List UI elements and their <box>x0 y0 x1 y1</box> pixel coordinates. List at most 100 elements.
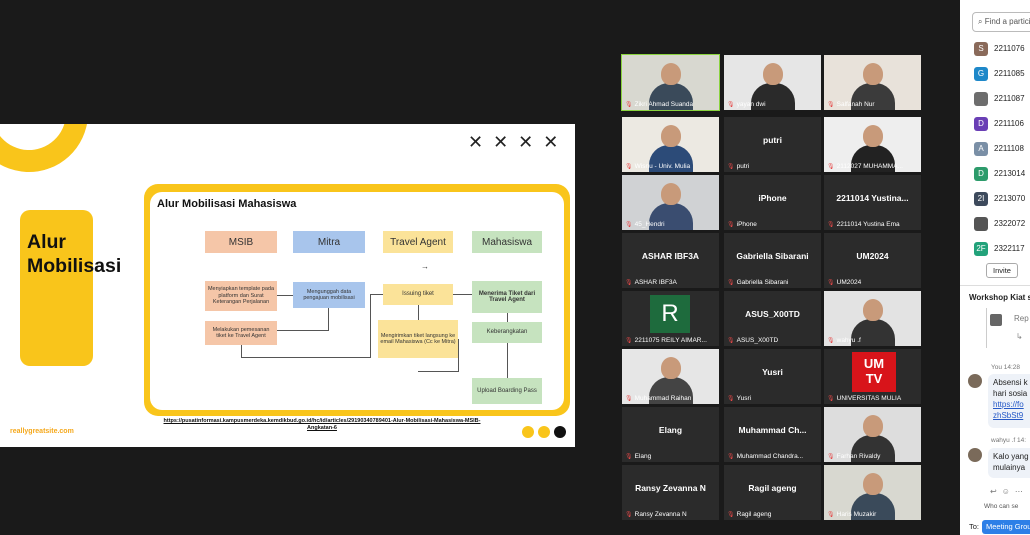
recipient-dropdown[interactable]: Meeting Grou <box>982 520 1030 534</box>
message-meta: wahyu .f 14: <box>991 437 1027 444</box>
source-link[interactable]: https://pusatinformasi.kampusmerdeka.kem… <box>163 418 481 432</box>
flow-step-issuing: Issuing tiket <box>383 284 453 305</box>
video-tile[interactable]: ASUS_X00TD 🎙 ASUS_X00TD <box>724 291 821 346</box>
tile-footer: 🎙 Salfanah Nur <box>827 101 919 108</box>
avatar: R <box>650 295 690 333</box>
col-header-mitra: Mitra <box>293 231 365 253</box>
message-text: hari sosia <box>993 389 1028 398</box>
tile-center-name: Gabriella Sibarani <box>736 251 809 261</box>
participant-item[interactable]: G 2211085 <box>974 61 1025 86</box>
flow-title: Alur Mobilisasi Mahasiswa <box>157 198 297 210</box>
mic-muted-icon: 🎙 <box>727 338 735 344</box>
mic-muted-icon: 🎙 <box>625 512 633 518</box>
video-tile[interactable]: 🎙 Zikri Ahmad Suanda <box>621 54 720 111</box>
reply-icon[interactable]: ↳ <box>1016 332 1023 341</box>
participant-item[interactable]: 2322072 <box>974 211 1025 236</box>
participant-item[interactable]: D 2213014 <box>974 161 1025 186</box>
video-tile[interactable]: Gabriella Sibarani 🎙 Gabriella Sibarani <box>724 233 821 288</box>
tile-footer: 🎙 ASHAR IBF3A <box>625 279 717 286</box>
participant-face <box>762 63 783 85</box>
mic-muted-icon: 🎙 <box>827 454 835 460</box>
reply-icon[interactable]: ↩ <box>990 487 1002 496</box>
video-tile[interactable]: 🎙 Salfanah Nur <box>824 55 921 110</box>
participant-face <box>660 63 681 85</box>
video-tile[interactable]: 🎙 Haris Muzakir <box>824 465 921 520</box>
video-tile[interactable]: 🎙 Muhammad Raihan <box>622 349 719 404</box>
tile-footer: 🎙 wahyu .f <box>827 337 919 344</box>
tile-footer: 🎙 Elang <box>625 453 717 460</box>
connector-line <box>507 313 508 322</box>
tile-footer: 🎙 2211075 REILY AIMAR... <box>625 337 717 344</box>
video-tile[interactable]: 🎙 wahyu .f <box>824 291 921 346</box>
video-tile[interactable]: ASHAR IBF3A 🎙 ASHAR IBF3A <box>622 233 719 288</box>
participant-name: UM2024 <box>836 279 862 286</box>
participant-item[interactable]: S 2211076 <box>974 36 1025 61</box>
chat-title: Workshop Kiat s <box>969 293 1030 302</box>
video-tile[interactable]: 🎙 2112027 MUHAMMA... <box>824 117 921 172</box>
emoji-icon[interactable]: ☺ <box>1002 487 1015 496</box>
participant-label: 2211087 <box>994 94 1025 103</box>
video-tile[interactable]: Yusri 🎙 Yusri <box>724 349 821 404</box>
video-tile[interactable]: 🎙 yayan dwi <box>724 55 821 110</box>
connector-line <box>277 295 293 296</box>
video-tile[interactable]: UM2024 🎙 UM2024 <box>824 233 921 288</box>
tile-center-name: UM2024 <box>856 251 889 261</box>
video-tile[interactable]: 🎙 Wisnu - Univ. Mulia <box>622 117 719 172</box>
participant-label: 2211106 <box>994 119 1024 128</box>
invite-button[interactable]: Invite <box>986 263 1018 278</box>
mic-muted-icon: 🎙 <box>827 512 835 518</box>
tile-center-name: Muhammad Ch... <box>738 425 807 435</box>
participant-name: Yusri <box>736 395 752 402</box>
flow-step-boarding: Upload Boarding Pass <box>472 378 542 404</box>
participant-label: 2322072 <box>994 219 1026 228</box>
connector-line <box>458 339 459 371</box>
message-link[interactable]: https://fo <box>993 400 1024 409</box>
participant-name: Ransy Zevanna N <box>634 511 687 518</box>
video-tile[interactable]: UM TV 🎙 UNIVERSITAS MULIA <box>824 349 921 404</box>
participant-item[interactable]: A 2211108 <box>974 136 1025 161</box>
avatar <box>974 216 988 231</box>
video-tile[interactable]: iPhone 🎙 iPhone <box>724 175 821 230</box>
message-link[interactable]: zhSbSt9 <box>993 411 1023 420</box>
tile-footer: 🎙 Muhammad Raihan <box>625 395 717 402</box>
participant-search-input[interactable]: ⌕ Find a partici <box>972 12 1030 32</box>
participant-face <box>862 299 883 321</box>
video-tile[interactable]: Ragil ageng 🎙 Ragil ageng <box>724 465 821 520</box>
tile-footer: 🎙 UM2024 <box>827 279 919 286</box>
mic-muted-icon: 🎙 <box>625 338 633 344</box>
mic-muted-icon: 🎙 <box>625 280 633 286</box>
video-tile[interactable]: Muhammad Ch... 🎙 Muhammad Chandra... <box>724 407 821 462</box>
participant-item[interactable]: 2211087 <box>974 86 1025 111</box>
video-tile[interactable]: Ransy Zevanna N 🎙 Ransy Zevanna N <box>622 465 719 520</box>
participant-name: Ragil ageng <box>736 511 772 518</box>
more-icon[interactable]: ⋯ <box>1015 487 1028 496</box>
flow-step-order: Melakukan pemesanan tiket ke Travel Agen… <box>205 321 277 345</box>
connector-line <box>453 294 472 295</box>
participant-item[interactable]: D 2211106 <box>974 111 1025 136</box>
video-tile[interactable]: R 🎙 2211075 REILY AIMAR... <box>622 291 719 346</box>
mic-muted-icon: 🎙 <box>625 396 633 402</box>
participant-name: wahyu .f <box>836 337 861 344</box>
participant-item[interactable]: 2I 2213070 <box>974 186 1025 211</box>
avatar <box>974 91 988 106</box>
tile-footer: 🎙 45_Hendri <box>625 221 717 228</box>
video-tile[interactable]: Elang 🎙 Elang <box>622 407 719 462</box>
flow-step-receive: Menerima Tiket dari Travel Agent <box>472 281 542 313</box>
reply-button[interactable]: Rep <box>1014 314 1029 323</box>
participant-name: Wisnu - Univ. Mulia <box>634 163 691 170</box>
participant-name: iPhone <box>736 221 757 228</box>
participant-name: ASUS_X00TD <box>736 337 779 344</box>
tile-footer: 🎙 Wisnu - Univ. Mulia <box>625 163 717 170</box>
tile-footer: 🎙 Yusri <box>727 395 819 402</box>
avatar <box>968 448 982 462</box>
participant-name: UNIVERSITAS MULIA <box>836 395 902 402</box>
video-tile[interactable]: 🎙 Farhan Rivaldy <box>824 407 921 462</box>
video-tile[interactable]: putri 🎙 putri <box>724 117 821 172</box>
avatar: G <box>974 66 988 81</box>
connector-line <box>241 345 242 357</box>
umtv-logo: UM TV <box>852 352 896 392</box>
video-tile[interactable]: 2211014 Yustina... 🎙 2211014 Yustina Ema <box>824 175 921 230</box>
video-tile[interactable]: 🎙 45_Hendri <box>622 175 719 230</box>
mic-muted-icon: 🎙 <box>727 164 735 170</box>
participant-item[interactable]: 2F 2322117 <box>974 236 1025 261</box>
